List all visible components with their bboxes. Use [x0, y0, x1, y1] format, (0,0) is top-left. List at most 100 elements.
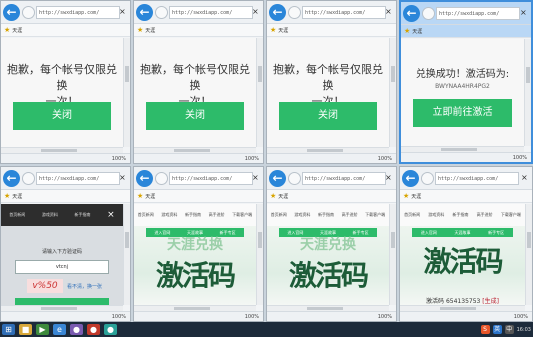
nav-item[interactable]: 游戏资料: [161, 212, 177, 218]
browser-window-6[interactable]: ← http://swxdiapp.com/ × ★ 天涯 首页新闻 游戏资料 新…: [133, 166, 264, 322]
close-button[interactable]: 关闭: [279, 102, 377, 130]
browser-window-4[interactable]: ← http://swxdiapp.com/ × ★ 天涯 兑换成功！激活码为: …: [399, 0, 533, 164]
back-arrow-icon[interactable]: ←: [136, 170, 153, 187]
forward-arrow-icon[interactable]: [155, 172, 168, 185]
scrollbar-thumb[interactable]: [391, 66, 395, 82]
address-bar[interactable]: http://swxdiapp.com/: [169, 6, 253, 19]
address-bar[interactable]: http://swxdiapp.com/: [435, 172, 519, 185]
submit-bar[interactable]: [15, 298, 109, 305]
nav-item[interactable]: 新手指南: [75, 212, 91, 218]
app-icon[interactable]: ●: [104, 324, 117, 335]
close-button[interactable]: 关闭: [13, 102, 111, 130]
forward-arrow-icon[interactable]: [155, 6, 168, 19]
star-icon[interactable]: ★: [270, 192, 276, 200]
close-icon[interactable]: ×: [107, 210, 115, 220]
favorites-label[interactable]: 天涯: [278, 194, 288, 200]
forward-arrow-icon[interactable]: [421, 172, 434, 185]
forward-arrow-icon[interactable]: [422, 7, 435, 20]
scrollbar-thumb[interactable]: [441, 148, 477, 151]
back-arrow-icon[interactable]: ←: [3, 4, 20, 21]
scrollbar-thumb[interactable]: [307, 149, 343, 152]
vertical-scrollbar[interactable]: [389, 38, 396, 147]
zoom-status[interactable]: 100%: [1, 311, 130, 321]
nav-item[interactable]: 游戏资料: [294, 212, 310, 218]
tab-close-icon[interactable]: ×: [119, 7, 129, 17]
favorites-label[interactable]: 天涯: [12, 28, 22, 34]
scrollbar-thumb[interactable]: [174, 307, 210, 310]
back-arrow-icon[interactable]: ←: [3, 170, 20, 187]
nav-item[interactable]: 游戏资料: [428, 212, 444, 218]
scrollbar-thumb[interactable]: [41, 307, 77, 310]
scrollbar-thumb[interactable]: [391, 232, 395, 248]
star-icon[interactable]: ★: [4, 26, 10, 34]
app-icon[interactable]: ●: [87, 324, 100, 335]
browser-window-7[interactable]: ← http://swxdiapp.com/ × ★ 天涯 首页新闻 游戏资料 新…: [266, 166, 397, 322]
banner-tab[interactable]: 进入官网: [421, 228, 437, 237]
tab-close-icon[interactable]: ×: [520, 8, 530, 18]
vertical-scrollbar[interactable]: [524, 39, 531, 146]
zoom-status[interactable]: 100%: [267, 153, 396, 163]
browser-window-3[interactable]: ← http://swxdiapp.com/ × ★ 天涯 抱歉，每个帐号仅限兑换…: [266, 0, 397, 164]
favorites-label[interactable]: 天涯: [412, 29, 422, 35]
scrollbar-thumb[interactable]: [125, 232, 129, 248]
sogou-ime-icon[interactable]: S: [480, 325, 490, 334]
back-arrow-icon[interactable]: ←: [403, 5, 420, 22]
nav-item[interactable]: 新手指南: [185, 212, 201, 218]
captcha-image[interactable]: v%50: [27, 279, 63, 293]
star-icon[interactable]: ★: [4, 192, 10, 200]
ime-chinese-icon[interactable]: 中: [504, 325, 514, 334]
scrollbar-thumb[interactable]: [440, 307, 476, 310]
vertical-scrollbar[interactable]: [123, 38, 130, 147]
zoom-status[interactable]: 100%: [401, 152, 531, 162]
zoom-status[interactable]: 100%: [134, 311, 263, 321]
captcha-input[interactable]: vtcnj: [15, 260, 109, 274]
forward-arrow-icon[interactable]: [288, 6, 301, 19]
address-bar[interactable]: http://swxdiapp.com/: [169, 172, 253, 185]
zoom-status[interactable]: 100%: [400, 311, 532, 321]
tab-close-icon[interactable]: ×: [252, 173, 262, 183]
ie-browser-icon[interactable]: e: [53, 324, 66, 335]
tab-close-icon[interactable]: ×: [521, 173, 531, 183]
zoom-status[interactable]: 100%: [1, 153, 130, 163]
zoom-status[interactable]: 100%: [134, 153, 263, 163]
app-icon[interactable]: ●: [70, 324, 83, 335]
browser-window-1[interactable]: ← http://swxdiapp.com/ × ★ 天涯 抱歉，每个帐号仅限兑换…: [0, 0, 131, 164]
vertical-scrollbar[interactable]: [525, 204, 532, 305]
nav-item[interactable]: 高手进阶: [477, 212, 493, 218]
tab-close-icon[interactable]: ×: [119, 173, 129, 183]
nav-item[interactable]: 高手进阶: [209, 212, 225, 218]
address-bar[interactable]: http://swxdiapp.com/: [302, 172, 386, 185]
ime-english-icon[interactable]: 英: [492, 325, 502, 334]
favorites-label[interactable]: 天涯: [145, 28, 155, 34]
close-button[interactable]: 关闭: [146, 102, 244, 130]
tab-close-icon[interactable]: ×: [385, 7, 395, 17]
scrollbar-thumb[interactable]: [526, 67, 530, 83]
scrollbar-thumb[interactable]: [307, 307, 343, 310]
nav-item[interactable]: 首页新闻: [404, 212, 420, 218]
nav-item[interactable]: 首页新闻: [138, 212, 154, 218]
nav-item[interactable]: 新手指南: [452, 212, 468, 218]
refresh-captcha-link[interactable]: 看不清，换一张: [67, 283, 102, 290]
nav-item[interactable]: 下载客户端: [365, 212, 385, 218]
banner-tab[interactable]: 天涯故事: [454, 228, 470, 237]
start-button-icon[interactable]: ⊞: [2, 324, 15, 335]
browser-window-2[interactable]: ← http://swxdiapp.com/ × ★ 天涯 抱歉，每个帐号仅限兑换…: [133, 0, 264, 164]
clock[interactable]: 16:03: [517, 327, 531, 333]
forward-arrow-icon[interactable]: [288, 172, 301, 185]
star-icon[interactable]: ★: [137, 26, 143, 34]
back-arrow-icon[interactable]: ←: [269, 4, 286, 21]
browser-window-5[interactable]: ← http://swxdiapp.com/ × ★ 天涯 首页新闻 游戏资料 新…: [0, 166, 131, 322]
tab-close-icon[interactable]: ×: [252, 7, 262, 17]
scrollbar-thumb[interactable]: [527, 232, 531, 248]
explorer-icon[interactable]: ■: [19, 324, 32, 335]
tab-close-icon[interactable]: ×: [385, 173, 395, 183]
banner-tab[interactable]: 新手专区: [488, 228, 504, 237]
scrollbar-thumb[interactable]: [41, 149, 77, 152]
star-icon[interactable]: ★: [137, 192, 143, 200]
media-player-icon[interactable]: ▶: [36, 324, 49, 335]
vertical-scrollbar[interactable]: [256, 38, 263, 147]
scrollbar-thumb[interactable]: [174, 149, 210, 152]
scrollbar-thumb[interactable]: [258, 66, 262, 82]
zoom-status[interactable]: 100%: [267, 311, 396, 321]
nav-item[interactable]: 下载客户端: [501, 212, 521, 218]
